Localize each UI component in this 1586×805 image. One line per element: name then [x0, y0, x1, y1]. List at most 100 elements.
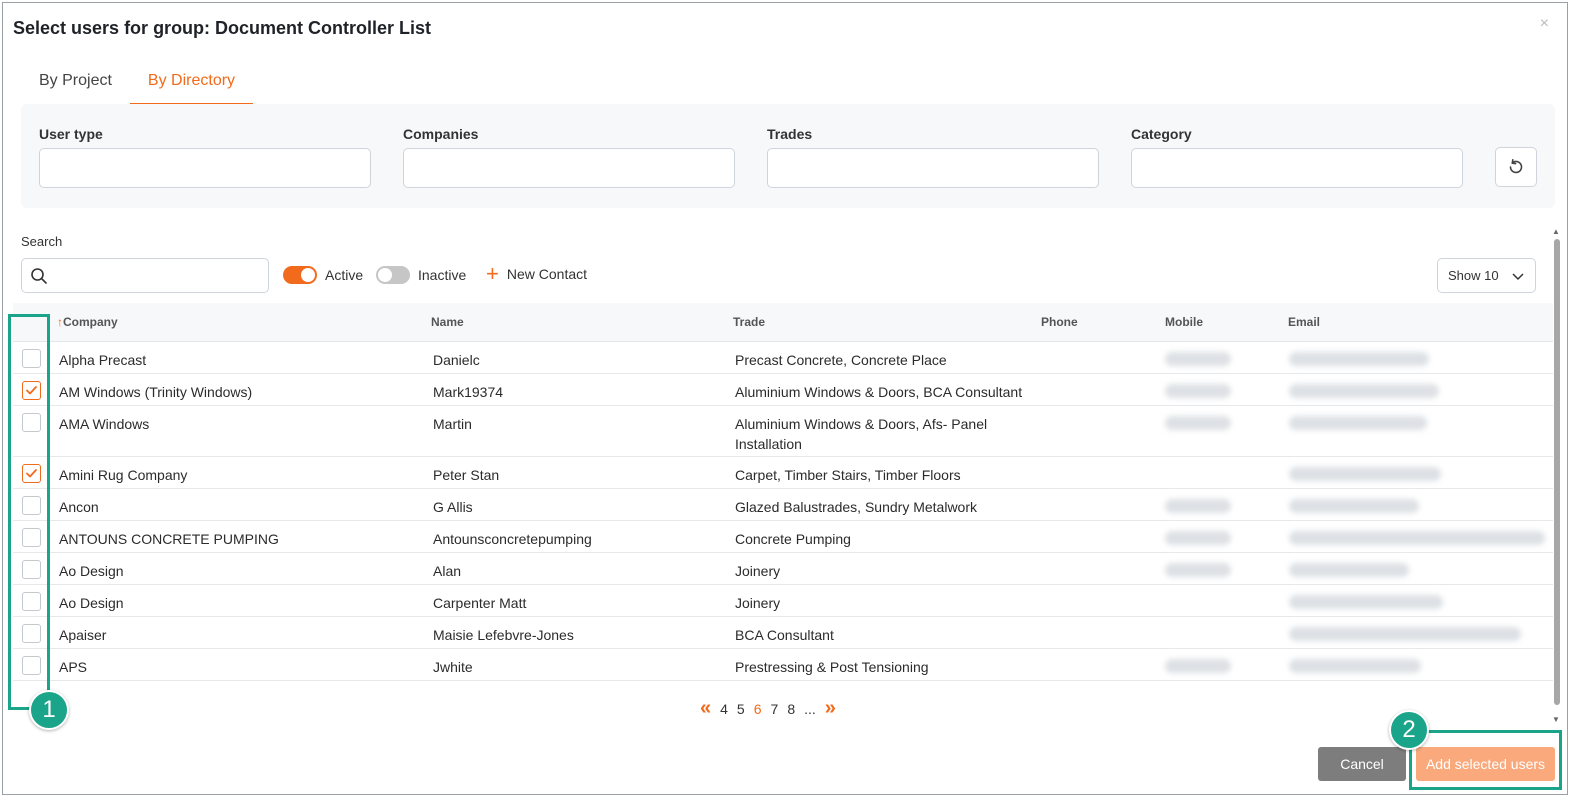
scrollbar-thumb[interactable]	[1554, 239, 1560, 705]
inactive-label: Inactive	[418, 267, 467, 283]
vertical-scrollbar[interactable]: ▲ ▼	[1551, 227, 1563, 727]
row-mobile-redacted	[1165, 352, 1231, 366]
companies-filter: Companies	[403, 126, 735, 188]
user-type-select[interactable]	[39, 148, 371, 188]
row-email-redacted	[1289, 627, 1521, 641]
table-row[interactable]: AM Windows (Trinity Windows) Mark19374 Alu…	[13, 374, 1553, 406]
page-7[interactable]: 7	[771, 701, 779, 717]
table-row[interactable]: AMA Windows Martin Aluminium Windows & Doo…	[13, 406, 1553, 457]
tab-bar: By Project By Directory	[21, 67, 254, 105]
column-header-name[interactable]: Name	[431, 315, 464, 329]
users-table: ↑Company Name Trade Phone Mobile Email A…	[13, 303, 1553, 681]
show-count-value: Show 10	[1448, 268, 1499, 283]
reset-icon	[1509, 159, 1523, 174]
row-trade: Concrete Pumping	[735, 531, 851, 547]
row-trade: Precast Concrete, Concrete Place	[735, 352, 947, 368]
pagination-prev-icon[interactable]: «	[700, 697, 711, 720]
highlight-box-checkboxes	[8, 314, 50, 710]
table-header: ↑Company Name Trade Phone Mobile Email	[13, 303, 1553, 342]
row-mobile-redacted	[1165, 499, 1231, 513]
row-company: Ancon	[59, 499, 99, 515]
table-row[interactable]: Ao Design Alan Joinery	[13, 553, 1553, 585]
tab-by-directory[interactable]: By Directory	[129, 67, 254, 105]
inactive-toggle[interactable]	[376, 266, 410, 284]
active-toggle[interactable]	[283, 266, 317, 284]
column-header-company-label: Company	[63, 315, 118, 329]
row-company: AMA Windows	[59, 416, 150, 432]
row-trade: BCA Consultant	[735, 627, 834, 643]
row-email-redacted	[1289, 467, 1441, 481]
table-row[interactable]: Amini Rug Company Peter Stan Carpet, Timbe…	[13, 457, 1553, 489]
row-email-redacted	[1289, 384, 1439, 398]
new-contact-label: New Contact	[506, 266, 588, 282]
row-name: Carpenter Matt	[433, 595, 527, 611]
row-company: Apaiser	[59, 627, 107, 643]
search-input[interactable]	[54, 267, 254, 284]
page-6-current[interactable]: 6	[754, 701, 762, 717]
table-row[interactable]: Alpha Precast Danielc Precast Concrete, Co…	[13, 342, 1553, 374]
search-label: Search	[21, 234, 63, 249]
cancel-button[interactable]: Cancel	[1318, 747, 1406, 781]
row-email-redacted	[1289, 563, 1409, 577]
active-toggle-knob	[301, 268, 315, 282]
reset-filters-button[interactable]	[1495, 147, 1537, 187]
row-company: Amini Rug Company	[59, 467, 188, 483]
column-header-phone[interactable]: Phone	[1041, 315, 1078, 329]
row-email-redacted	[1289, 416, 1427, 430]
row-name: Danielc	[433, 352, 480, 368]
pagination-next-icon[interactable]: »	[825, 697, 836, 720]
row-name: Mark19374	[433, 384, 504, 400]
row-mobile-redacted	[1165, 659, 1231, 673]
modal-dialog: Select users for group: Document Control…	[2, 2, 1568, 795]
page-4[interactable]: 4	[720, 701, 728, 717]
row-name: Maisie Lefebvre-Jones	[433, 627, 574, 643]
row-mobile-redacted	[1165, 531, 1231, 545]
row-company: Ao Design	[59, 595, 124, 611]
category-select[interactable]	[1131, 148, 1463, 188]
pagination: « 4 5 6 7 8 ... »	[700, 697, 845, 720]
scroll-down-icon[interactable]: ▼	[1552, 715, 1560, 724]
row-mobile-redacted	[1165, 384, 1231, 398]
tab-by-project[interactable]: By Project	[21, 67, 130, 105]
row-trade: Carpet, Timber Stairs, Timber Floors	[735, 467, 961, 483]
table-row[interactable]: APS Jwhite Prestressing & Post Tensioning	[13, 649, 1553, 681]
row-name: Alan	[433, 563, 462, 579]
row-name: Jwhite	[433, 659, 473, 675]
column-header-email[interactable]: Email	[1288, 315, 1320, 329]
page-8[interactable]: 8	[787, 701, 795, 717]
row-email-redacted	[1289, 499, 1419, 513]
search-field[interactable]	[21, 258, 269, 293]
column-header-company[interactable]: ↑Company	[57, 315, 118, 329]
row-mobile-redacted	[1165, 416, 1231, 430]
highlight-box-add-button	[1409, 730, 1562, 790]
row-email-redacted	[1289, 595, 1443, 609]
row-name: G Allis	[433, 499, 473, 515]
user-type-filter: User type	[39, 126, 371, 188]
page-5[interactable]: 5	[737, 701, 745, 717]
row-company: Alpha Precast	[59, 352, 147, 368]
active-label: Active	[325, 267, 364, 283]
inactive-toggle-knob	[378, 268, 392, 282]
row-trade: Aluminium Windows & Doors, BCA Consultan…	[735, 384, 1023, 400]
row-mobile-redacted	[1165, 563, 1231, 577]
column-header-mobile[interactable]: Mobile	[1165, 315, 1203, 329]
table-row[interactable]: Ancon G Allis Glazed Balustrades, Sundry M…	[13, 489, 1553, 521]
companies-select[interactable]	[403, 148, 735, 188]
scroll-up-icon[interactable]: ▲	[1552, 227, 1560, 236]
trades-select[interactable]	[767, 148, 1099, 188]
close-icon[interactable]: ×	[1540, 15, 1549, 33]
row-trade: Joinery	[735, 563, 781, 579]
row-email-redacted	[1289, 659, 1421, 673]
row-email-redacted	[1289, 531, 1545, 545]
new-contact-button[interactable]: + New Contact	[486, 263, 588, 285]
table-row[interactable]: Ao Design Carpenter Matt Joinery	[13, 585, 1553, 617]
row-trade: Joinery	[735, 595, 781, 611]
pagination-ellipsis: ...	[804, 700, 816, 717]
trades-filter: Trades	[767, 126, 1099, 188]
table-row[interactable]: Apaiser Maisie Lefebvre-Jones BCA Consulta…	[13, 617, 1553, 649]
show-count-select[interactable]: Show 10	[1437, 258, 1536, 293]
category-filter: Category	[1131, 126, 1463, 188]
table-row[interactable]: ANTOUNS CONCRETE PUMPING Antounsconcretep…	[13, 521, 1553, 553]
column-header-trade[interactable]: Trade	[733, 315, 765, 329]
row-trade: Aluminium Windows & Doors, Afs- Panel In…	[735, 416, 988, 452]
